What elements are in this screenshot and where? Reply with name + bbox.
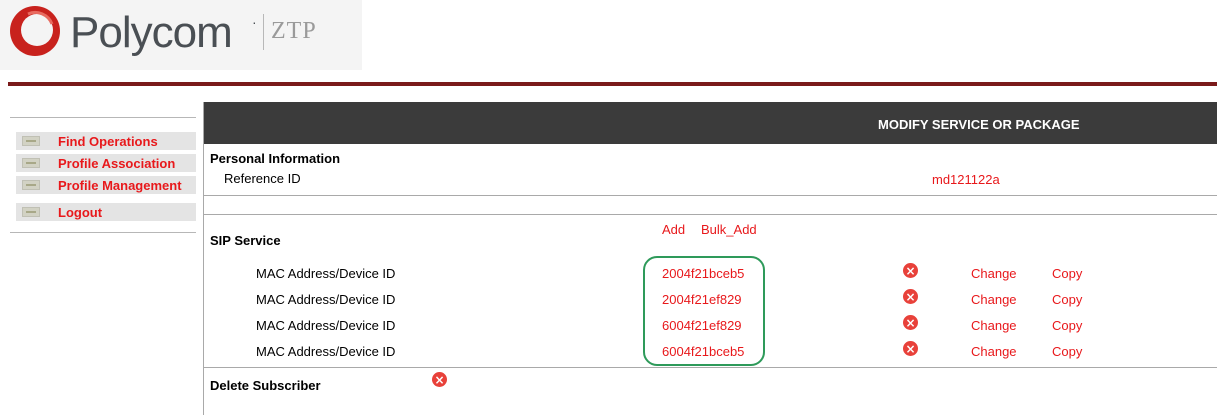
- personal-info-heading: Personal Information: [210, 151, 341, 166]
- x-circle-icon[interactable]: ×: [903, 341, 918, 356]
- nav-label: Profile Management: [58, 177, 182, 193]
- nav-label: Find Operations: [58, 133, 158, 149]
- nav-profile-association[interactable]: Profile Association: [16, 154, 196, 172]
- nav-label: Logout: [58, 204, 103, 220]
- product-name: ZTP: [271, 18, 317, 44]
- brand-name: Polycom: [70, 8, 233, 57]
- key-icon: [22, 136, 40, 146]
- page-title: MODIFY SERVICE OR PACKAGE: [878, 117, 1080, 132]
- polycom-logo-icon: [10, 6, 60, 56]
- key-icon: [22, 207, 40, 217]
- device-label: MAC Address/Device ID: [256, 266, 396, 281]
- section-divider: [204, 214, 1217, 215]
- trademark-mark: ·: [252, 14, 257, 30]
- copy-link[interactable]: Copy: [1052, 318, 1082, 333]
- nav-find-operations[interactable]: Find Operations: [16, 132, 196, 150]
- section-divider: [204, 195, 1217, 196]
- key-icon: [22, 158, 40, 168]
- device-label: MAC Address/Device ID: [256, 344, 396, 359]
- add-link[interactable]: Add: [662, 222, 685, 237]
- delete-subscriber-label: Delete Subscriber: [210, 378, 321, 393]
- nav-profile-management[interactable]: Profile Management: [16, 176, 196, 194]
- x-circle-icon[interactable]: ×: [903, 289, 918, 304]
- bulk-add-link[interactable]: Bulk_Add: [701, 222, 757, 237]
- nav-label: Profile Association: [58, 155, 176, 171]
- nav-logout[interactable]: Logout: [16, 203, 196, 221]
- device-label: MAC Address/Device ID: [256, 292, 396, 307]
- device-id-highlight: [643, 256, 765, 366]
- nav-bottom-rule: [10, 232, 196, 233]
- x-circle-icon[interactable]: ×: [432, 372, 447, 387]
- sip-service-heading: SIP Service: [210, 233, 281, 248]
- change-link[interactable]: Change: [971, 344, 1017, 359]
- change-link[interactable]: Change: [971, 266, 1017, 281]
- nav-top-rule: [10, 117, 196, 118]
- reference-id-value: md121122a: [932, 172, 1000, 187]
- x-circle-icon[interactable]: ×: [903, 263, 918, 278]
- copy-link[interactable]: Copy: [1052, 266, 1082, 281]
- key-icon: [22, 180, 40, 190]
- change-link[interactable]: Change: [971, 292, 1017, 307]
- copy-link[interactable]: Copy: [1052, 292, 1082, 307]
- copy-link[interactable]: Copy: [1052, 344, 1082, 359]
- change-link[interactable]: Change: [971, 318, 1017, 333]
- reference-id-label: Reference ID: [224, 171, 301, 186]
- panel-border: [203, 102, 204, 415]
- section-divider: [204, 367, 1217, 368]
- header-rule: [8, 82, 1217, 86]
- x-circle-icon[interactable]: ×: [903, 315, 918, 330]
- device-label: MAC Address/Device ID: [256, 318, 396, 333]
- logo-divider: [263, 14, 264, 50]
